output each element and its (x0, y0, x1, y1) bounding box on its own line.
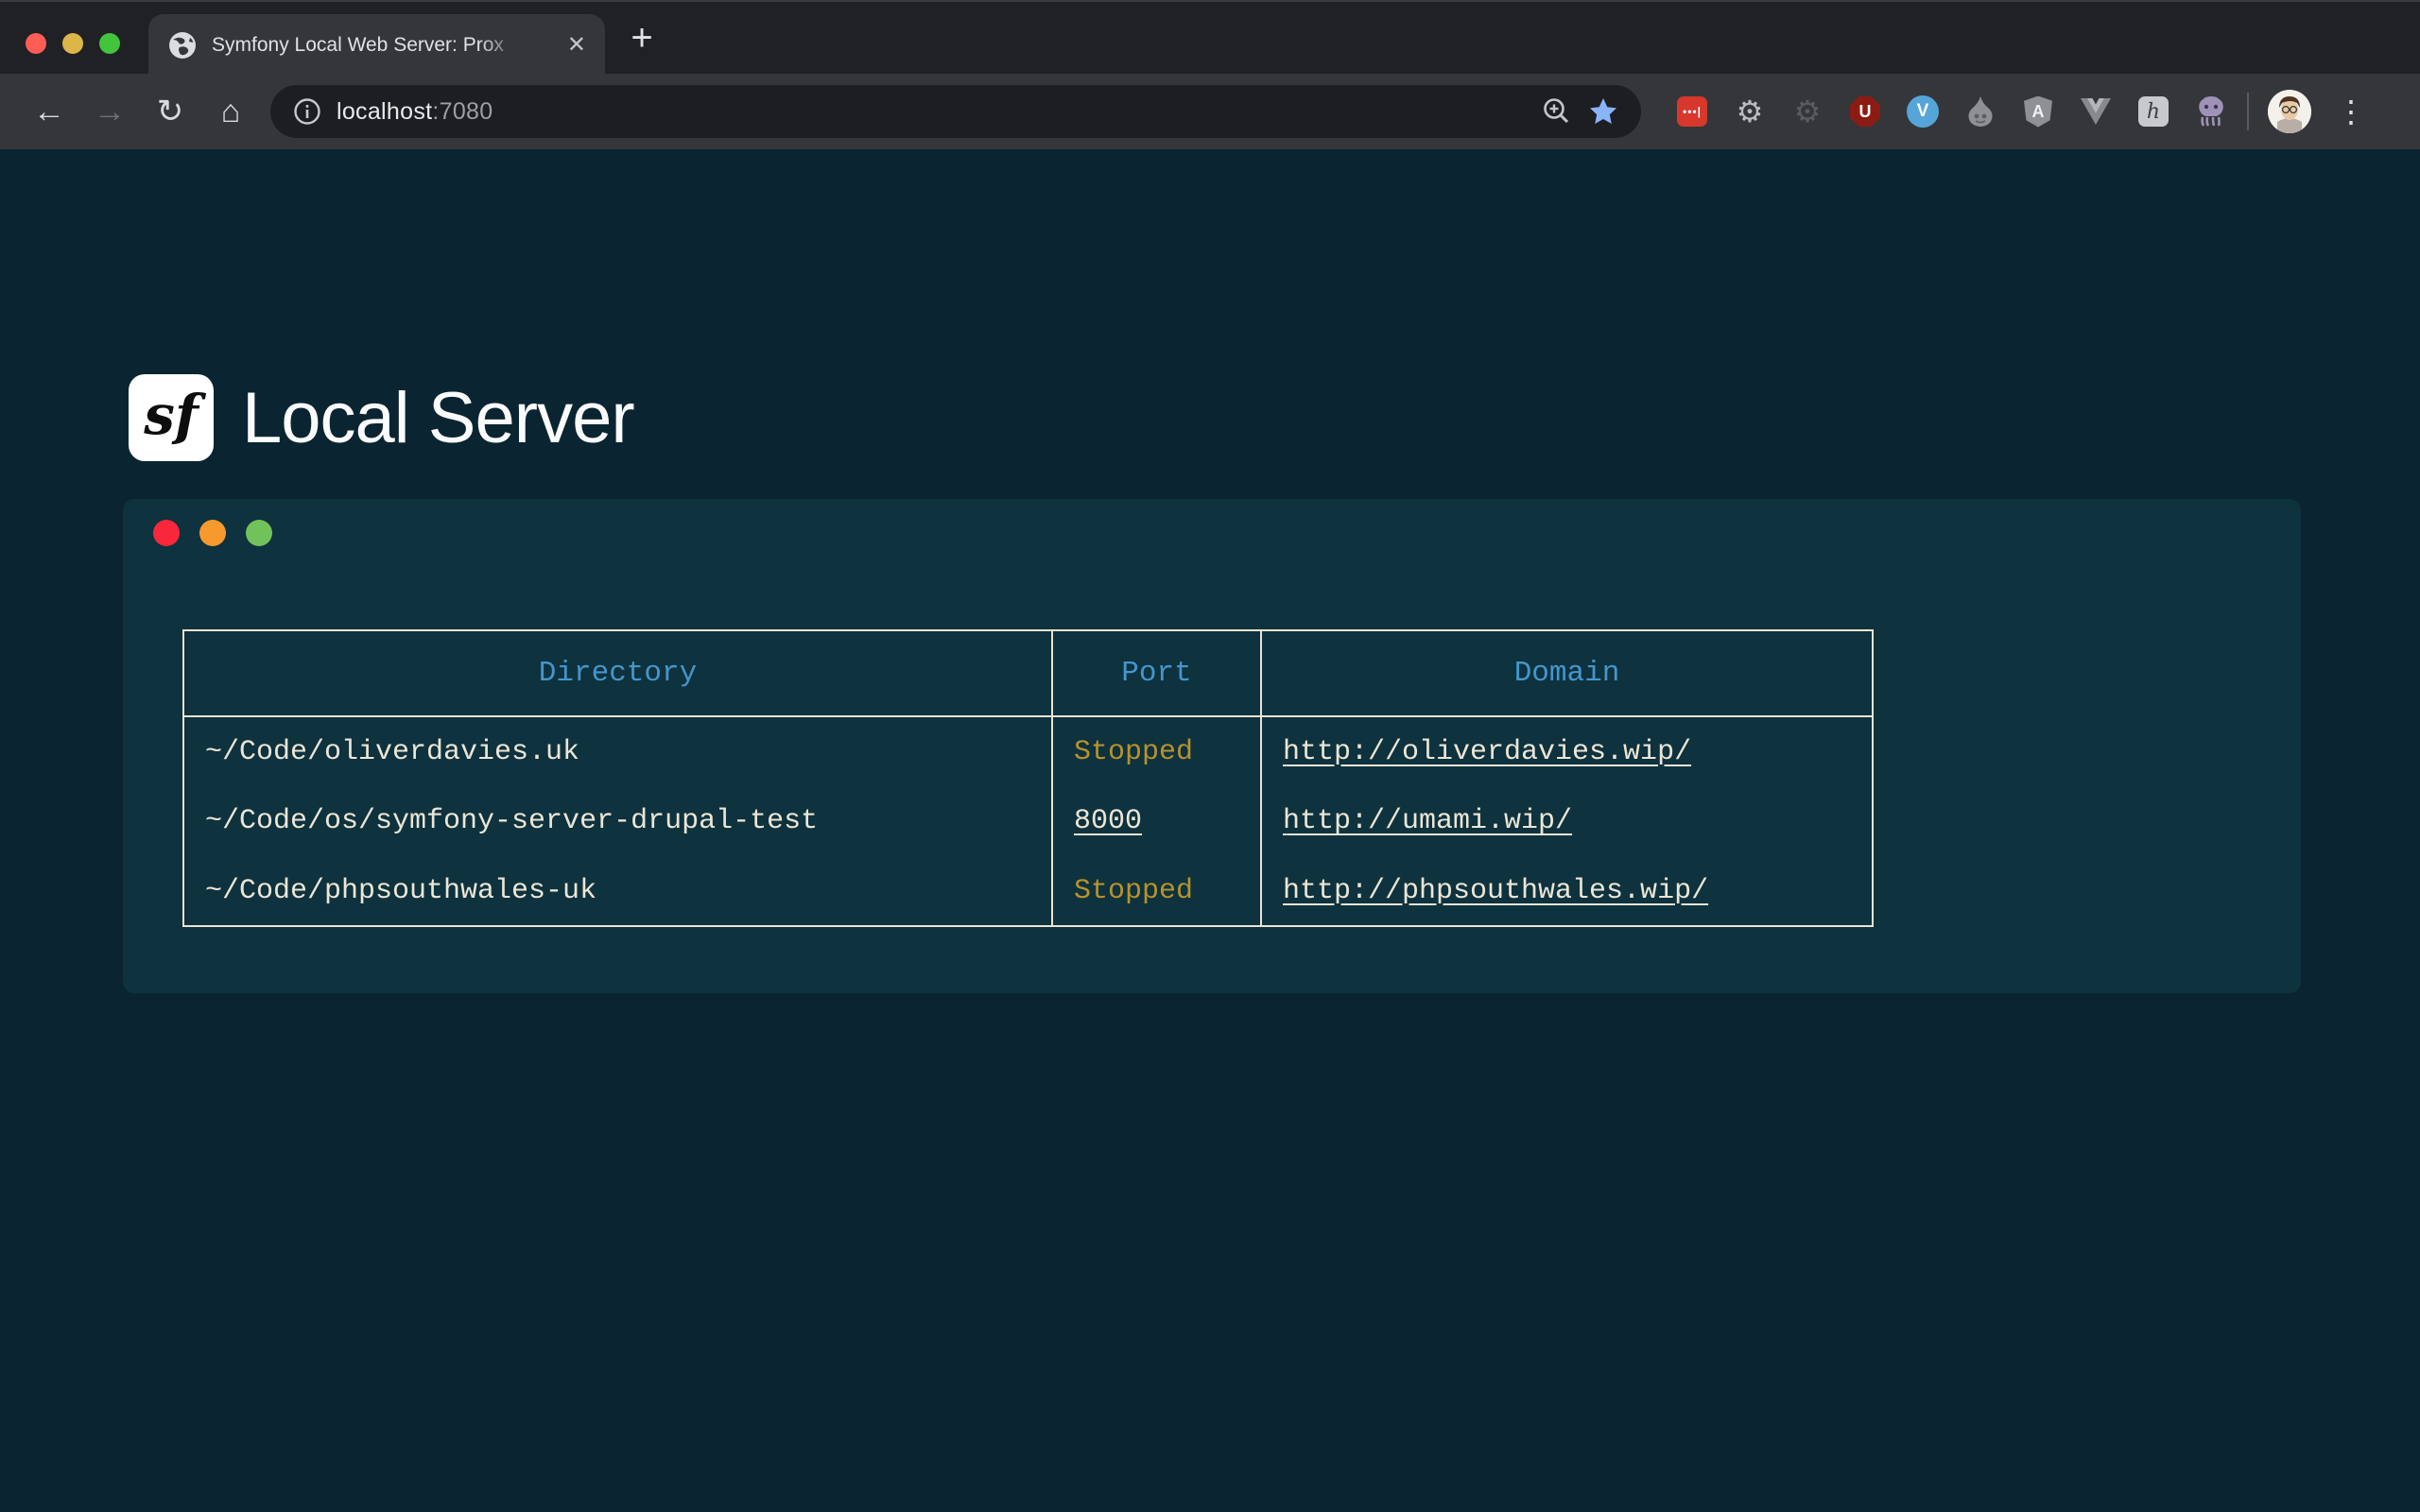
vimium-extension-icon[interactable]: V (1906, 94, 1940, 129)
domain-link[interactable]: http://umami.wip/ (1283, 805, 1572, 837)
status-stopped: Stopped (1074, 736, 1193, 768)
table-header-row: Directory Port Domain (183, 630, 1873, 716)
panel-window-dots (153, 520, 272, 546)
ublock-extension-icon[interactable]: U (1848, 94, 1882, 129)
panel-dot-green (246, 520, 272, 546)
directory-cell: ~/Code/oliverdavies.uk (183, 716, 1052, 786)
window-minimize-button[interactable] (62, 33, 83, 54)
back-button[interactable]: ← (19, 83, 79, 140)
status-stopped: Stopped (1074, 875, 1193, 907)
home-button[interactable]: ⌂ (200, 83, 261, 140)
server-panel: Directory Port Domain ~/Code/oliverdavie… (123, 499, 2301, 993)
column-header-directory: Directory (183, 630, 1052, 716)
domain-cell: http://phpsouthwales.wip/ (1261, 856, 1873, 926)
address-bar[interactable]: localhost:7080 (270, 85, 1641, 138)
window-close-button[interactable] (26, 33, 46, 54)
column-header-port: Port (1052, 630, 1261, 716)
servers-table: Directory Port Domain ~/Code/oliverdavie… (182, 629, 1874, 927)
domain-cell: http://umami.wip/ (1261, 786, 1873, 856)
window-controls (26, 33, 120, 54)
directory-cell: ~/Code/phpsouthwales-uk (183, 856, 1052, 926)
gear-disabled-extension-icon[interactable]: ⚙ (1790, 94, 1824, 129)
directory-cell: ~/Code/os/symfony-server-drupal-test (183, 786, 1052, 856)
bookmark-star-icon[interactable] (1588, 96, 1618, 127)
site-info-icon[interactable] (293, 97, 321, 126)
window-zoom-button[interactable] (99, 33, 120, 54)
zoom-icon[interactable] (1541, 95, 1573, 128)
forward-button[interactable]: → (79, 83, 140, 140)
password-manager-extension-icon[interactable]: •••| (1675, 94, 1709, 129)
port-cell: Stopped (1052, 716, 1261, 786)
tab-title: Symfony Local Web Server: Prox (212, 32, 524, 59)
url-host: localhost (337, 98, 432, 125)
gear-extension-icon[interactable]: ⚙ (1733, 94, 1767, 129)
new-tab-button[interactable]: + (619, 15, 665, 60)
domain-cell: http://oliverdavies.wip/ (1261, 716, 1873, 786)
h-extension-icon[interactable]: h (2136, 94, 2170, 129)
profile-avatar[interactable] (2268, 90, 2311, 133)
url-text[interactable]: localhost:7080 (337, 98, 493, 126)
port-link[interactable]: 8000 (1074, 805, 1142, 837)
symfony-logo-text: sf (144, 383, 199, 447)
port-cell: Stopped (1052, 856, 1261, 926)
reload-button[interactable]: ↻ (140, 83, 200, 140)
domain-link[interactable]: http://oliverdavies.wip/ (1283, 736, 1691, 768)
url-port: :7080 (432, 98, 493, 125)
browser-toolbar: ← → ↻ ⌂ localhost:7080 •••| ⚙ ⚙ U V (0, 74, 2420, 149)
column-header-domain: Domain (1261, 630, 1873, 716)
browser-menu-icon[interactable]: ⋮ (2332, 94, 2370, 129)
page-title: Local Server (242, 377, 634, 459)
active-tab[interactable]: Symfony Local Web Server: Prox ✕ (148, 14, 605, 76)
page-content: sf Local Server Directory Port Domain (0, 149, 2420, 1510)
globe-icon (167, 30, 198, 60)
table-row: ~/Code/oliverdavies.uk Stopped http://ol… (183, 716, 1873, 786)
toolbar-separator (2247, 93, 2249, 130)
brand-header: sf Local Server (129, 374, 634, 461)
vue-extension-icon[interactable] (2079, 94, 2113, 129)
port-cell: 8000 (1052, 786, 1261, 856)
symfony-logo: sf (129, 374, 214, 461)
domain-link[interactable]: http://phpsouthwales.wip/ (1283, 875, 1708, 907)
tab-close-icon[interactable]: ✕ (567, 34, 586, 57)
panel-dot-orange (199, 520, 226, 546)
octocat-extension-icon[interactable] (2194, 94, 2228, 129)
table-row: ~/Code/os/symfony-server-drupal-test 800… (183, 786, 1873, 856)
tab-strip: Symfony Local Web Server: Prox ✕ + (0, 0, 2420, 74)
angular-extension-icon[interactable]: A (2021, 94, 2055, 129)
drupal-extension-icon[interactable] (1963, 94, 1997, 129)
extensions-row: •••| ⚙ ⚙ U V A h (1675, 94, 2228, 129)
table-row: ~/Code/phpsouthwales-uk Stopped http://p… (183, 856, 1873, 926)
panel-dot-red (153, 520, 180, 546)
